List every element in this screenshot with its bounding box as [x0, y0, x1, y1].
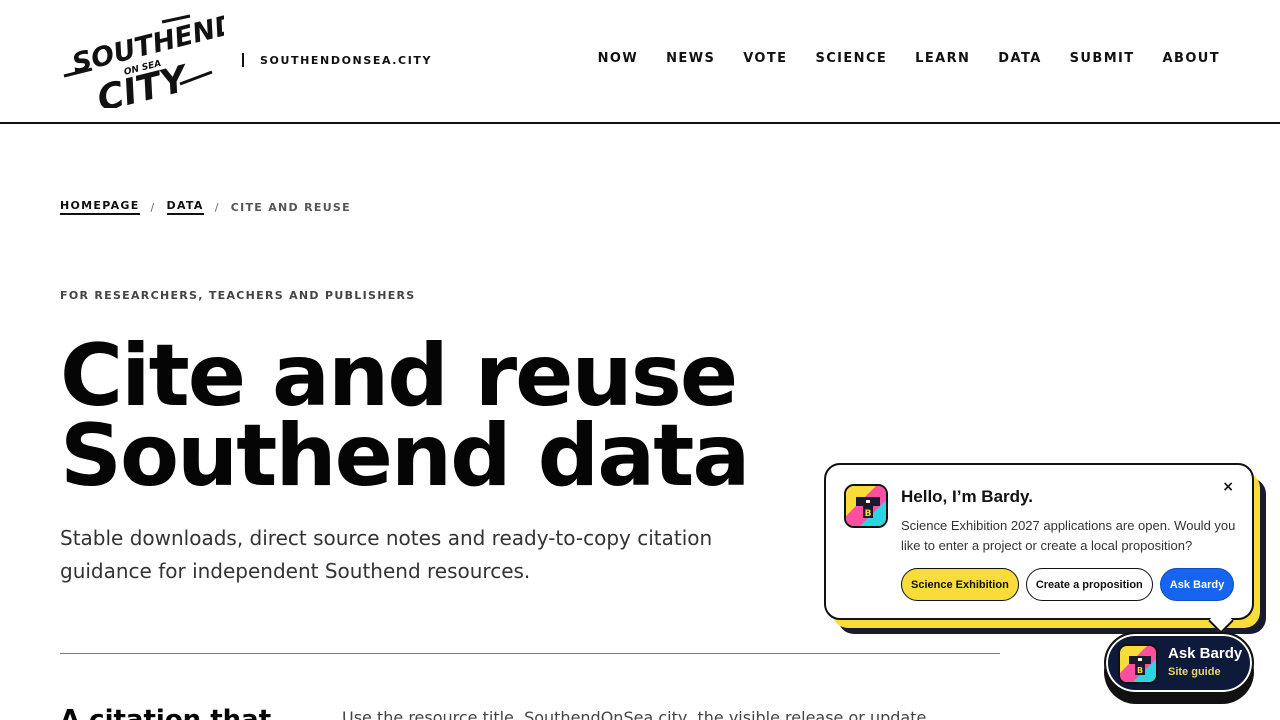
bardy-message: Science Exhibition 2027 applications are… — [901, 518, 1236, 553]
breadcrumb-separator: / — [214, 200, 220, 214]
site-domain: SOUTHENDONSEA.CITY — [242, 51, 432, 69]
bardy-title: Hello, I’m Bardy. — [901, 487, 1033, 506]
breadcrumb-data[interactable]: DATA — [166, 199, 204, 215]
ask-bardy-sublabel: Site guide — [1168, 666, 1221, 678]
bardy-actions: Science Exhibition Create a proposition … — [901, 568, 1235, 601]
svg-text:B: B — [865, 509, 872, 519]
page-subtitle: Stable downloads, direct source notes an… — [60, 526, 713, 583]
breadcrumb-separator: / — [150, 200, 156, 214]
page-eyebrow: FOR RESEARCHERS, TEACHERS AND PUBLISHERS — [60, 289, 416, 302]
logo-graphic: SOUTHEND ON SEA CITY — [63, 9, 240, 120]
breadcrumb: HOMEPAGE / DATA / CITE AND REUSE — [60, 199, 351, 215]
nav-news[interactable]: NEWS — [666, 51, 715, 66]
bardy-popup: B Hello, I’m Bardy. Science Exhibition 2… — [824, 463, 1254, 620]
ask-bardy-launcher[interactable]: B Ask Bardy Site guide — [1104, 632, 1254, 694]
close-icon[interactable]: × — [1222, 479, 1234, 495]
nav-science[interactable]: SCIENCE — [815, 51, 887, 66]
breadcrumb-current: CITE AND REUSE — [230, 200, 351, 214]
section-divider — [60, 653, 1000, 654]
bardy-avatar-icon: B — [844, 484, 888, 528]
domain-divider — [242, 53, 244, 67]
section-heading: A citation that — [60, 705, 272, 720]
page-title-line-2: Southend data — [60, 406, 750, 506]
nav-about[interactable]: ABOUT — [1163, 51, 1220, 66]
nav-now[interactable]: NOW — [598, 51, 638, 66]
section-body: Use the resource title, SouthendOnSea.ci… — [342, 708, 927, 720]
nav-data[interactable]: DATA — [998, 51, 1041, 66]
domain-label: SOUTHENDONSEA.CITY — [260, 53, 433, 67]
site-logo[interactable]: SOUTHEND ON SEA CITY — [62, 9, 240, 120]
nav-learn[interactable]: LEARN — [915, 51, 970, 66]
nav-submit[interactable]: SUBMIT — [1070, 51, 1135, 66]
ask-bardy-button[interactable]: Ask Bardy — [1159, 568, 1235, 601]
science-exhibition-button[interactable]: Science Exhibition — [901, 568, 1019, 601]
bardy-launcher-icon: B — [1118, 644, 1158, 684]
svg-text:B: B — [1137, 666, 1143, 675]
nav-vote[interactable]: VOTE — [743, 51, 787, 66]
breadcrumb-homepage[interactable]: HOMEPAGE — [60, 199, 140, 215]
ask-bardy-label: Ask Bardy — [1168, 645, 1243, 662]
site-header: SOUTHEND ON SEA CITY SOUTHENDONSEA.CITY … — [0, 0, 1280, 124]
create-proposition-button[interactable]: Create a proposition — [1025, 568, 1153, 601]
main-nav: NOW NEWS VOTE SCIENCE LEARN DATA SUBMIT … — [570, 51, 1220, 66]
page-title: Cite and reuse Southend data — [60, 333, 780, 499]
